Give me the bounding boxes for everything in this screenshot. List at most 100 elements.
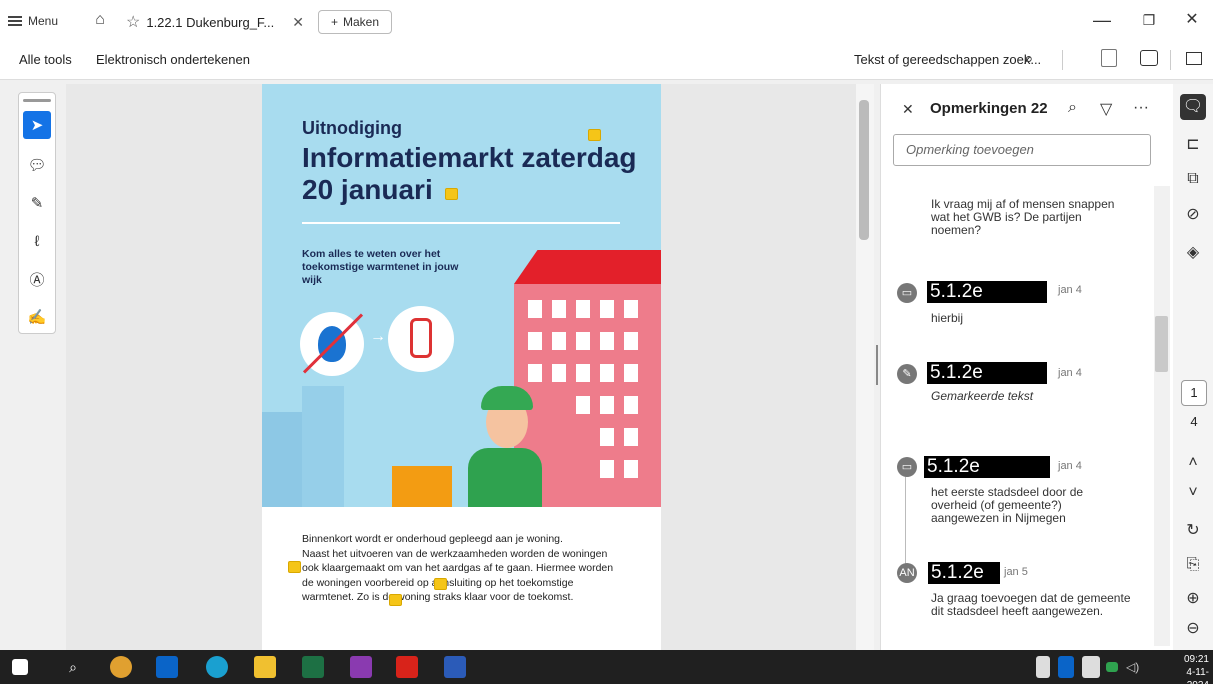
select-tool-icon[interactable]: ➤ bbox=[23, 111, 51, 139]
taskbar bbox=[0, 650, 1213, 684]
comment-note-icon[interactable] bbox=[288, 561, 301, 573]
zoom-in-icon[interactable]: ⊕ bbox=[1180, 586, 1206, 612]
outlook-tray-icon[interactable] bbox=[1058, 656, 1074, 678]
comment-date: jan 4 bbox=[1058, 460, 1082, 472]
tool-search-field[interactable]: Tekst of gereedschappen zoek... bbox=[854, 52, 1041, 67]
divider bbox=[1170, 50, 1171, 70]
minimize-icon[interactable]: — bbox=[1090, 10, 1114, 30]
new-tab-label: Maken bbox=[342, 15, 380, 29]
add-comment-input[interactable]: Opmerking toevoegen bbox=[893, 134, 1151, 166]
filter-icon[interactable]: ▽ bbox=[1100, 99, 1112, 119]
acrobat-icon[interactable] bbox=[396, 656, 418, 678]
search-icon[interactable]: ⌕ bbox=[62, 656, 84, 678]
zoom-out-icon[interactable]: ⊖ bbox=[1180, 616, 1206, 642]
quick-tools-panel: ➤ 💬︎ ✎ ℓ Ⓐ ✍ bbox=[18, 92, 56, 334]
page-down-icon[interactable]: ˅ bbox=[1180, 480, 1206, 506]
save-icon[interactable] bbox=[1101, 49, 1117, 67]
draw-tool-icon[interactable]: ℓ bbox=[23, 227, 51, 255]
avatar: AN bbox=[897, 563, 917, 583]
highlight-tool-icon[interactable]: ✎ bbox=[23, 189, 51, 217]
comment-text[interactable]: hierbij bbox=[931, 312, 1131, 325]
active-comment-indicator bbox=[876, 345, 878, 385]
doc-title: Informatiemarkt zaterdag 20 januari bbox=[302, 142, 637, 205]
comment-author: 5.1.2e bbox=[927, 362, 1047, 384]
sign-tool-icon[interactable]: ✍ bbox=[23, 303, 51, 331]
file-explorer-icon[interactable] bbox=[254, 656, 276, 678]
editor-icon[interactable] bbox=[350, 656, 372, 678]
word-icon[interactable] bbox=[444, 656, 466, 678]
rotate-icon[interactable]: ↻ bbox=[1180, 518, 1206, 544]
search-comments-icon[interactable]: ⌕ bbox=[1068, 99, 1077, 117]
excel-icon[interactable] bbox=[302, 656, 324, 678]
radiator-icon bbox=[410, 318, 432, 358]
battery-icon[interactable] bbox=[1036, 656, 1050, 678]
comment-note-icon[interactable] bbox=[434, 578, 447, 590]
all-tools-menu[interactable]: Alle tools bbox=[19, 52, 72, 67]
body-line: ook klaargemaakt om van het aardgas af t… bbox=[302, 562, 614, 574]
document-tab[interactable]: ☆ 1.22.1 Dukenburg_F... ✕ bbox=[118, 6, 312, 38]
doc-subtitle: Uitnodiging bbox=[302, 118, 402, 138]
mail-icon[interactable] bbox=[1186, 52, 1202, 65]
comment-text[interactable]: Ik vraag mij af of mensen snappen wat he… bbox=[931, 198, 1131, 237]
page-up-icon[interactable]: ˄ bbox=[1180, 450, 1206, 476]
comment-text[interactable]: Gemarkeerde tekst bbox=[931, 390, 1131, 403]
clock-date: 4-11-2024 bbox=[1186, 667, 1209, 684]
comments-scroll-thumb[interactable] bbox=[1155, 316, 1168, 372]
panel-handle[interactable] bbox=[23, 99, 51, 102]
e-sign-menu[interactable]: Elektronisch ondertekenen bbox=[96, 52, 250, 67]
doc-body: Binnenkort wordt er onderhoud gepleegd a… bbox=[302, 532, 642, 605]
comment-text[interactable]: Ja graag toevoegen dat de gemeente dit s… bbox=[931, 592, 1131, 618]
text-box-tool-icon[interactable]: Ⓐ bbox=[23, 265, 51, 293]
layers-icon[interactable]: ◈ bbox=[1180, 240, 1206, 266]
close-panel-icon[interactable]: ✕ bbox=[902, 101, 914, 118]
hero-illustration: Uitnodiging Informatiemarkt zaterdag 20 … bbox=[262, 84, 661, 507]
more-options-icon[interactable]: ··· bbox=[1133, 99, 1149, 117]
network-icon[interactable] bbox=[1106, 662, 1118, 672]
star-icon[interactable]: ☆ bbox=[126, 12, 140, 32]
arrow-icon: → bbox=[370, 328, 386, 345]
worker-cap bbox=[481, 386, 533, 410]
print-icon[interactable] bbox=[1140, 50, 1158, 66]
comments-tool-icon[interactable]: 🗨︎ bbox=[1180, 94, 1206, 120]
search-icon[interactable]: ⌕ bbox=[1024, 49, 1034, 69]
edge-icon[interactable] bbox=[206, 656, 228, 678]
tray-app-icon[interactable] bbox=[1082, 656, 1100, 678]
divider bbox=[1062, 50, 1063, 70]
new-tab-button[interactable]: + Maken bbox=[318, 10, 392, 34]
body-line: Binnenkort wordt er onderhoud gepleegd a… bbox=[302, 533, 563, 545]
home-icon[interactable]: ⌂ bbox=[90, 10, 110, 30]
volume-icon[interactable]: ◁) bbox=[1126, 656, 1144, 678]
comment-note-icon[interactable] bbox=[389, 594, 402, 606]
comments-scrollbar[interactable] bbox=[1154, 186, 1170, 646]
comments-title: Opmerkingen 22 bbox=[930, 100, 1048, 117]
body-line: de woningen voorbereid op aansluiting op… bbox=[302, 576, 574, 589]
building-roof bbox=[514, 250, 661, 284]
attachment-icon[interactable]: ⊘ bbox=[1180, 202, 1206, 228]
skyline-building bbox=[302, 386, 344, 507]
highlight-icon: ✎ bbox=[897, 364, 917, 384]
restore-icon[interactable]: ❐ bbox=[1137, 10, 1161, 30]
current-page-input[interactable]: 1 bbox=[1181, 380, 1207, 406]
worker-body bbox=[468, 448, 542, 507]
chrome-icon[interactable] bbox=[110, 656, 132, 678]
close-tab-icon[interactable]: ✕ bbox=[292, 14, 304, 31]
menu-label: Menu bbox=[28, 14, 59, 28]
bookmark-icon[interactable]: ⊏ bbox=[1180, 132, 1206, 158]
page-tools-icon[interactable]: ⎘ bbox=[1180, 552, 1206, 578]
title-divider bbox=[302, 222, 620, 224]
outlook-icon[interactable] bbox=[156, 656, 178, 678]
window-close-icon[interactable]: ✕ bbox=[1180, 10, 1204, 30]
add-comment-tool-icon[interactable]: 💬︎ bbox=[23, 151, 51, 179]
document-scroll-thumb[interactable] bbox=[859, 100, 869, 240]
tab-title: 1.22.1 Dukenburg_F... bbox=[146, 14, 275, 30]
comment-text[interactable]: het eerste stadsdeel door de overheid (o… bbox=[931, 486, 1131, 525]
clock[interactable]: 09:21 4-11-2024 bbox=[1165, 653, 1209, 684]
pages-icon[interactable]: ⧉ bbox=[1180, 166, 1206, 192]
comment-date: jan 4 bbox=[1058, 284, 1082, 296]
windows-start-icon[interactable] bbox=[12, 659, 28, 675]
comment-author: 5.1.2e bbox=[924, 456, 1050, 478]
menu-button[interactable]: Menu bbox=[8, 9, 58, 33]
comment-date: jan 4 bbox=[1058, 367, 1082, 379]
comment-note-icon[interactable] bbox=[588, 129, 601, 141]
comment-note-icon[interactable] bbox=[445, 188, 458, 200]
